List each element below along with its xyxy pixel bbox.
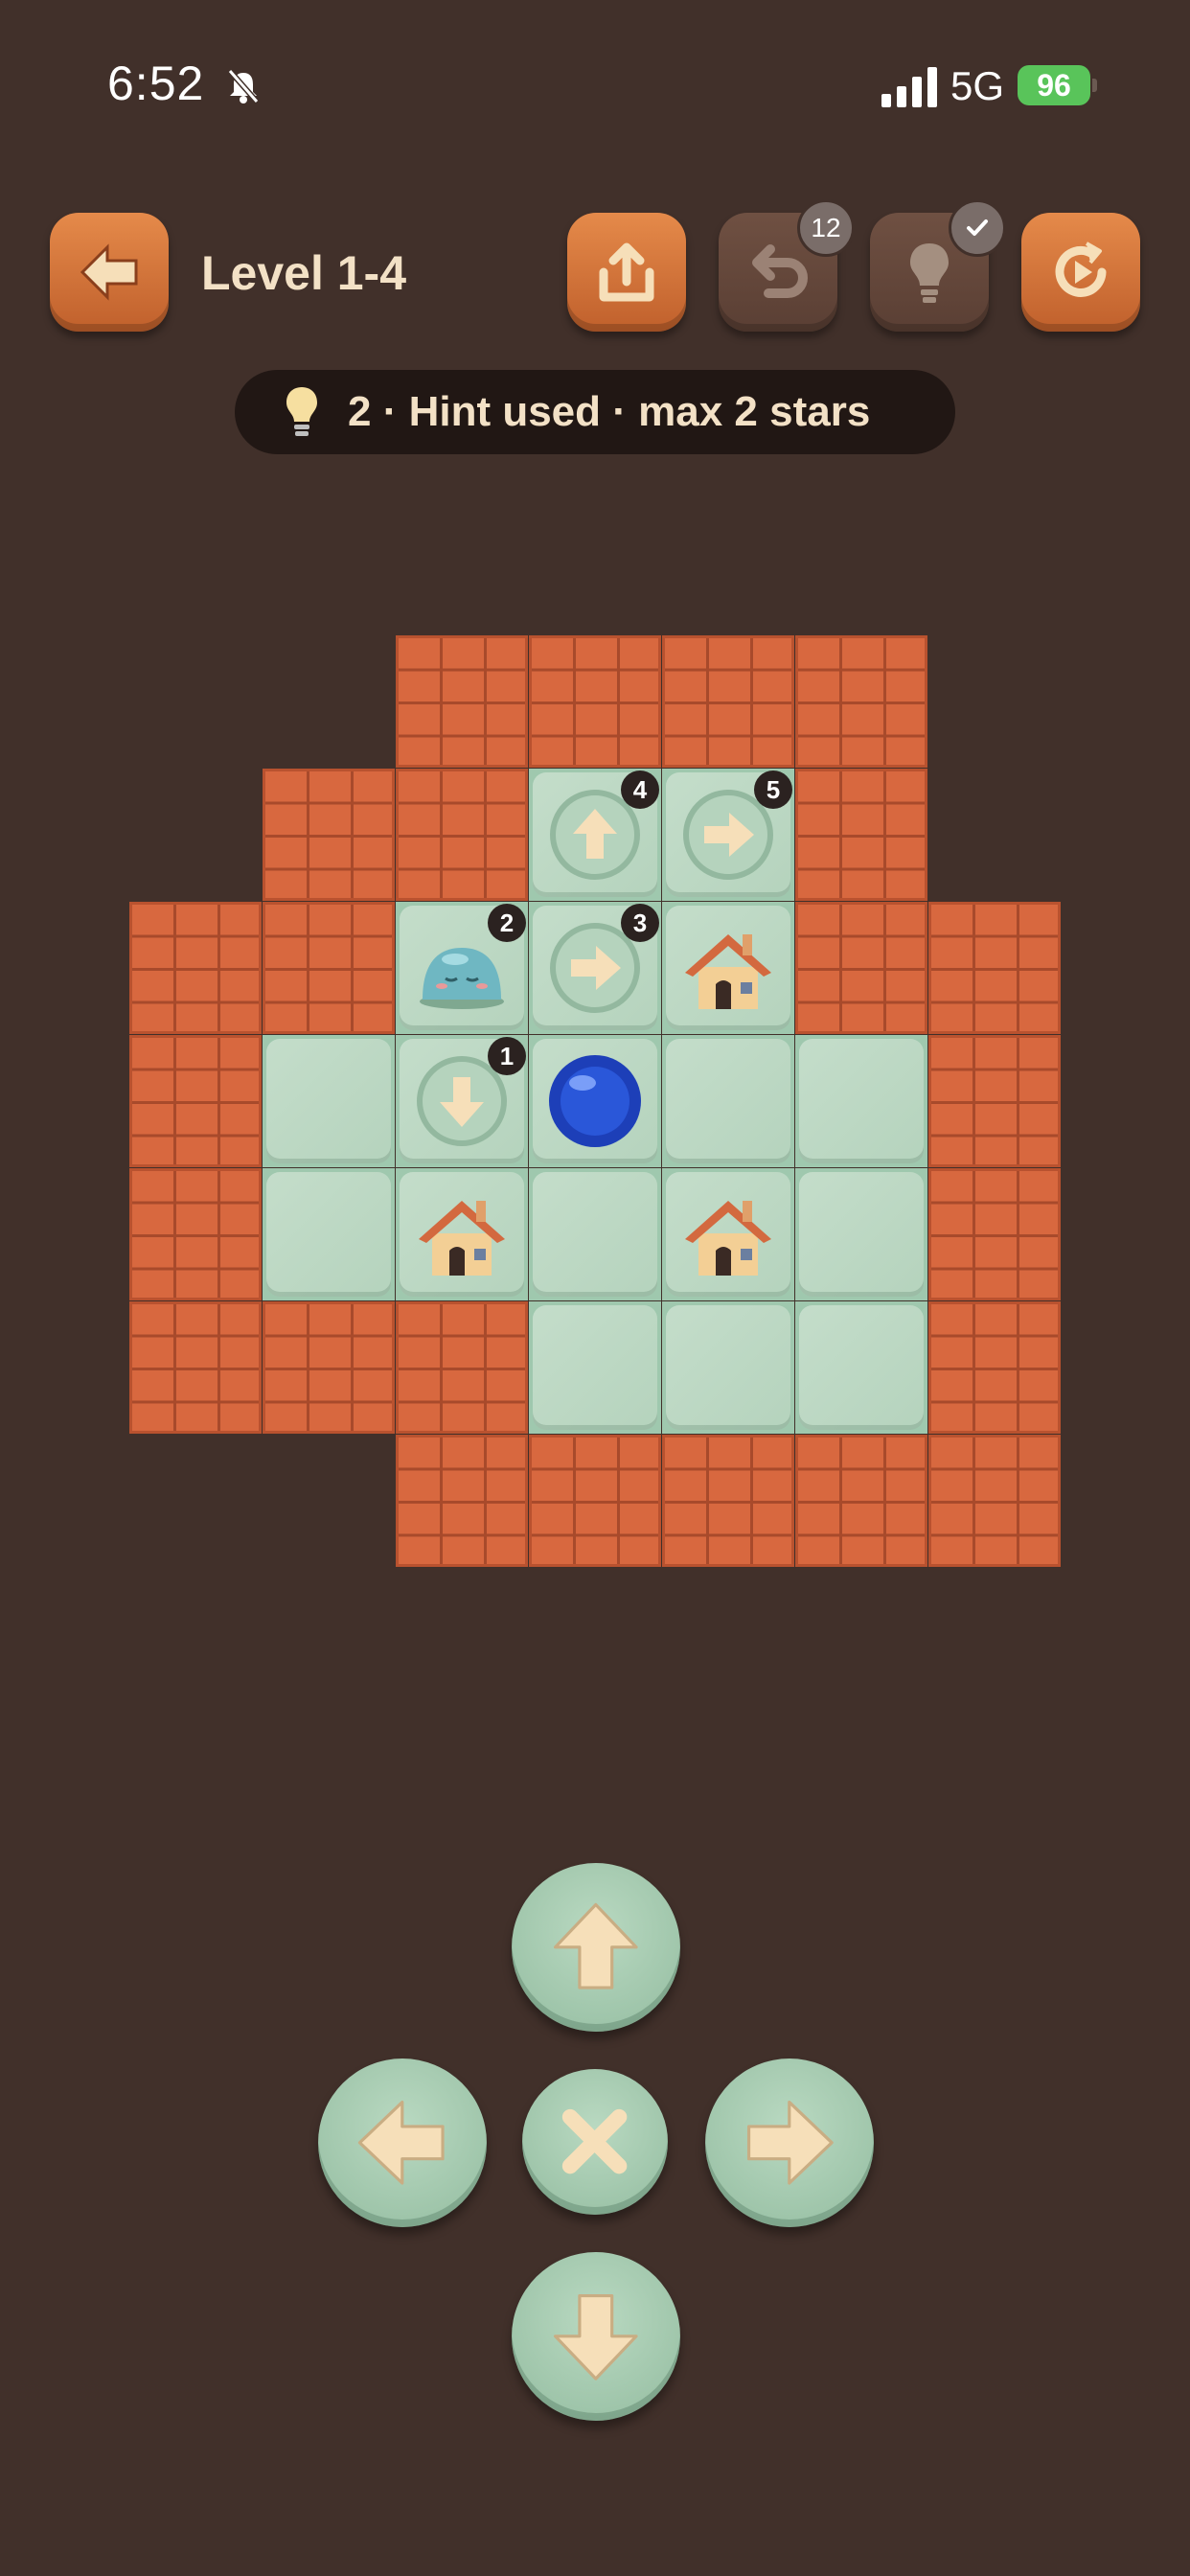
hint-status-text: 2 · Hint used · max 2 stars — [348, 388, 871, 435]
floor-tile: 4 — [529, 769, 661, 901]
wall-tile — [263, 1301, 395, 1434]
floor-tile: 5 — [662, 769, 794, 901]
lightbulb-icon — [286, 387, 317, 436]
wall-tile — [129, 902, 262, 1034]
undo-count-badge: 12 — [797, 199, 855, 257]
wall-tile — [795, 769, 927, 901]
wall-tile — [928, 1035, 1061, 1167]
wall-tile — [396, 1435, 528, 1567]
wall-tile — [928, 1435, 1061, 1567]
move-left-button[interactable] — [318, 2058, 487, 2227]
wall-tile — [263, 769, 395, 901]
wall-tile — [529, 1435, 661, 1567]
arrow-up-icon — [554, 1903, 638, 1990]
wall-tile — [928, 1301, 1061, 1434]
wall-tile — [396, 1301, 528, 1434]
floor-tile — [662, 1301, 794, 1434]
restart-button[interactable] — [1021, 213, 1140, 332]
network-type: 5G — [950, 63, 1005, 108]
floor-tile — [795, 1168, 927, 1300]
wall-tile — [529, 635, 661, 768]
blue-ball-icon — [549, 1055, 641, 1147]
bell-muted-icon — [227, 69, 260, 104]
house-icon — [685, 934, 771, 1009]
arrow-left-icon — [80, 243, 138, 301]
close-icon — [562, 2109, 628, 2174]
arrow-down-icon — [554, 2294, 638, 2380]
floor-tile — [263, 1168, 395, 1300]
house-icon — [419, 1201, 505, 1276]
floor-tile — [529, 1301, 661, 1434]
battery-indicator: 96 — [1018, 65, 1090, 105]
share-button[interactable] — [567, 213, 686, 332]
floor-tile — [396, 1168, 528, 1300]
hint-used-check-badge — [949, 199, 1006, 257]
house-icon — [685, 1201, 771, 1276]
restart-icon — [1055, 242, 1107, 297]
floor-tile: 3 — [529, 902, 661, 1034]
wall-tile — [928, 902, 1061, 1034]
arrow-right-icon — [747, 2101, 834, 2185]
wall-tile — [928, 1168, 1061, 1300]
share-icon — [599, 242, 654, 302]
move-right-button[interactable] — [705, 2058, 874, 2227]
wall-tile — [662, 635, 794, 768]
wall-tile — [662, 1435, 794, 1567]
move-up-button[interactable] — [512, 1863, 680, 2032]
wall-tile — [396, 769, 528, 901]
wall-tile — [795, 1435, 927, 1567]
floor-tile — [795, 1035, 927, 1167]
floor-tile — [263, 1035, 395, 1167]
floor-tile — [529, 1168, 661, 1300]
step-number: 2 — [488, 904, 526, 942]
step-number: 5 — [754, 770, 792, 809]
wall-tile — [795, 635, 927, 768]
status-time: 6:52 — [107, 57, 205, 110]
floor-tile — [662, 902, 794, 1034]
wall-tile — [263, 902, 395, 1034]
floor-tile: 1 — [396, 1035, 528, 1167]
battery-tip — [1092, 79, 1097, 92]
floor-tile — [662, 1168, 794, 1300]
checkmark-icon — [967, 219, 988, 236]
floor-tile — [529, 1035, 661, 1167]
wall-tile — [129, 1035, 262, 1167]
wall-tile — [129, 1301, 262, 1434]
signal-icon — [881, 67, 937, 107]
level-title: Level 1-4 — [201, 246, 407, 300]
step-number: 3 — [621, 904, 659, 942]
wall-tile — [129, 1168, 262, 1300]
battery-level: 96 — [1037, 67, 1071, 103]
wall-tile — [396, 635, 528, 768]
arrow-left-icon — [358, 2101, 445, 2185]
wall-tile — [795, 902, 927, 1034]
move-down-button[interactable] — [512, 2252, 680, 2421]
cancel-button[interactable] — [522, 2069, 668, 2215]
step-number: 1 — [488, 1037, 526, 1075]
step-number: 4 — [621, 770, 659, 809]
hint-status-pill: 2 · Hint used · max 2 stars — [235, 370, 955, 454]
floor-tile — [795, 1301, 927, 1434]
floor-tile: 2 — [396, 902, 528, 1034]
back-button[interactable] — [50, 213, 169, 332]
floor-tile — [662, 1035, 794, 1167]
